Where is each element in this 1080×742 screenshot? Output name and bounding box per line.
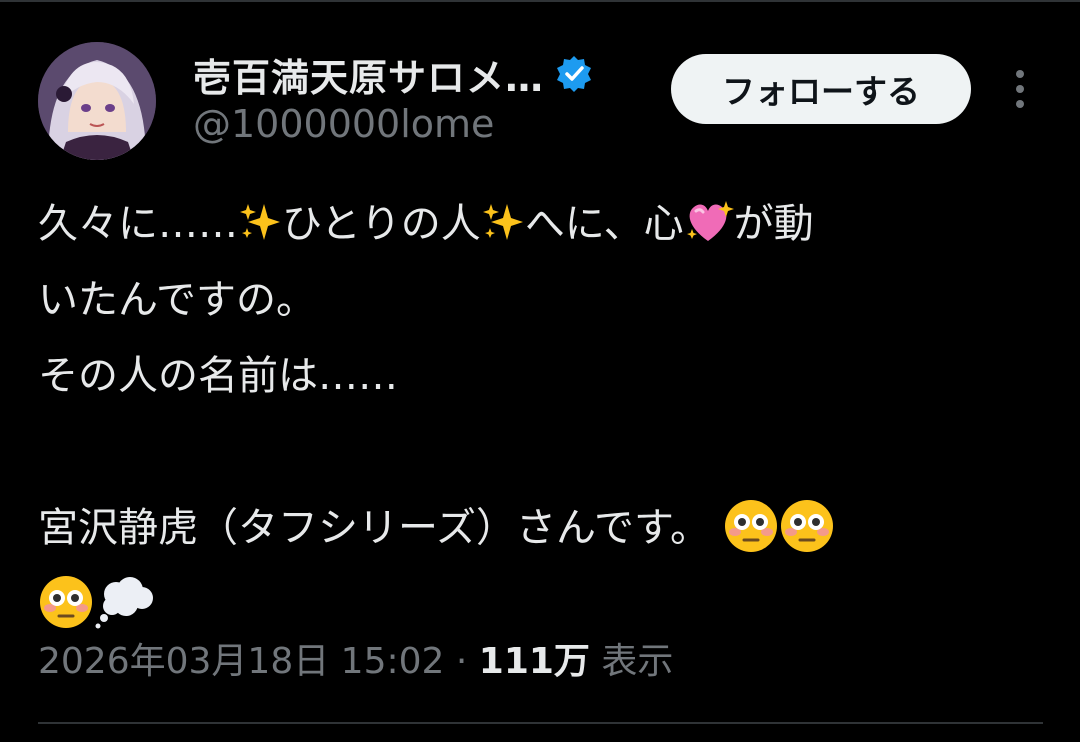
author-handle[interactable]: @1000000lome — [193, 102, 494, 146]
tweet-text-segment: 宮沢静虎（タフシリーズ）さんです。 — [38, 505, 710, 551]
follow-button[interactable]: フォローする — [671, 54, 971, 124]
verified-badge-icon — [557, 56, 592, 92]
sparkling-heart-icon — [686, 201, 734, 241]
avatar-image — [38, 42, 156, 160]
tweet-line-1: 久々に…… ひとりの人 へに、心 が動 — [38, 186, 1048, 262]
tweet-text-segment: 久々に…… — [38, 201, 238, 247]
author-display-name[interactable]: 壱百満天原サロメ… — [193, 47, 544, 102]
avatar[interactable] — [38, 42, 156, 160]
tweet-text-segment: ひとりの人 — [282, 201, 481, 247]
flushed-face-icon — [780, 500, 833, 552]
meta-separator: · — [444, 641, 479, 682]
sparkles-icon — [482, 204, 523, 240]
tweet-line-5: 宮沢静虎（タフシリーズ）さんです。 — [38, 490, 1048, 566]
tweet-meta: 2026年03月18日 15:02 · 111万 表示 — [38, 632, 673, 684]
views-label: 表示 — [589, 641, 674, 682]
tweet-text-segment: へに、心 — [524, 201, 684, 247]
tweet-line-4 — [38, 414, 1048, 490]
author-name-row: 壱百満天原サロメ… — [193, 46, 594, 102]
tweet-timestamp[interactable]: 2026年03月18日 15:02 — [38, 641, 444, 682]
tweet-line-2: いたんですの。 — [38, 277, 316, 323]
thought-balloon-icon — [95, 577, 153, 629]
views-count: 111万 — [478, 641, 590, 682]
tweet-text: 久々に…… ひとりの人 へに、心 が動 いたんですの。 その人の名前は…… 宮沢… — [38, 186, 1048, 642]
tweet-line-3: その人の名前は…… — [38, 353, 398, 399]
bottom-divider — [38, 722, 1043, 724]
tweet-line-6 — [38, 566, 1048, 642]
tweet-text-segment: が動 — [733, 201, 814, 247]
more-vertical-icon[interactable] — [1004, 66, 1036, 112]
flushed-face-icon — [40, 576, 92, 628]
top-divider — [0, 0, 1080, 2]
flushed-face-icon — [724, 500, 777, 552]
sparkles-icon — [240, 204, 280, 240]
